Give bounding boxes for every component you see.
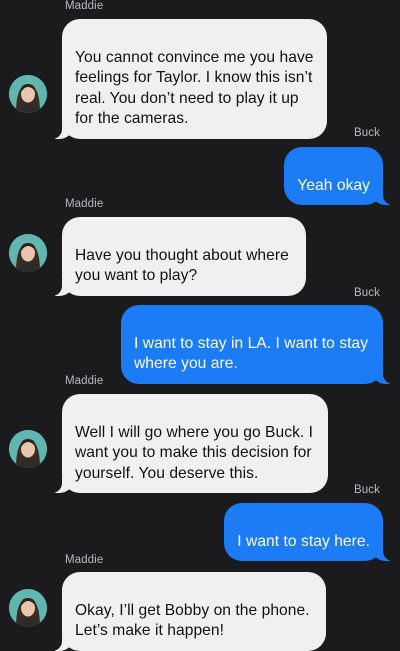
outgoing-message-bubble[interactable]: I want to stay here.	[224, 503, 397, 561]
message-text: Okay, I’ll get Bobby on the phone. Let’s…	[75, 601, 310, 640]
outgoing-message-bubble[interactable]: I want to stay in LA. I want to stay whe…	[121, 305, 397, 384]
sender-label-buck: Buck	[354, 484, 380, 496]
message-text: Have you thought about where you want to…	[75, 246, 289, 285]
sender-label-buck: Buck	[354, 287, 380, 299]
outgoing-message-bubble[interactable]: Yeah okay	[284, 147, 397, 205]
contact-avatar-icon[interactable]	[9, 430, 47, 468]
sender-label-maddie: Maddie	[65, 554, 104, 566]
message-text: Yeah okay	[297, 176, 370, 194]
incoming-message-bubble[interactable]: Okay, I’ll get Bobby on the phone. Let’s…	[48, 572, 326, 651]
message-thread[interactable]: Maddie You cannot convince me you have f…	[0, 0, 400, 651]
sender-label-maddie: Maddie	[65, 0, 104, 12]
message-text: I want to stay here.	[237, 532, 370, 550]
incoming-message-bubble[interactable]: Well I will go where you go Buck. I want…	[48, 394, 328, 493]
sender-label-maddie: Maddie	[65, 375, 104, 387]
incoming-message-bubble[interactable]: Have you thought about where you want to…	[48, 217, 306, 296]
message-text: You cannot convince me you have feelings…	[75, 48, 314, 128]
message-text: Well I will go where you go Buck. I want…	[75, 423, 314, 482]
contact-photo-icon	[9, 75, 47, 113]
message-text: I want to stay in LA. I want to stay whe…	[134, 334, 369, 373]
contact-avatar-icon[interactable]	[9, 234, 47, 272]
sender-label-buck: Buck	[354, 127, 380, 139]
contact-photo-icon	[9, 430, 47, 468]
contact-photo-icon	[9, 589, 47, 627]
contact-avatar-icon[interactable]	[9, 75, 47, 113]
contact-photo-icon	[9, 234, 47, 272]
sender-label-maddie: Maddie	[65, 198, 104, 210]
contact-avatar-icon[interactable]	[9, 589, 47, 627]
incoming-message-bubble[interactable]: You cannot convince me you have feelings…	[48, 19, 327, 139]
